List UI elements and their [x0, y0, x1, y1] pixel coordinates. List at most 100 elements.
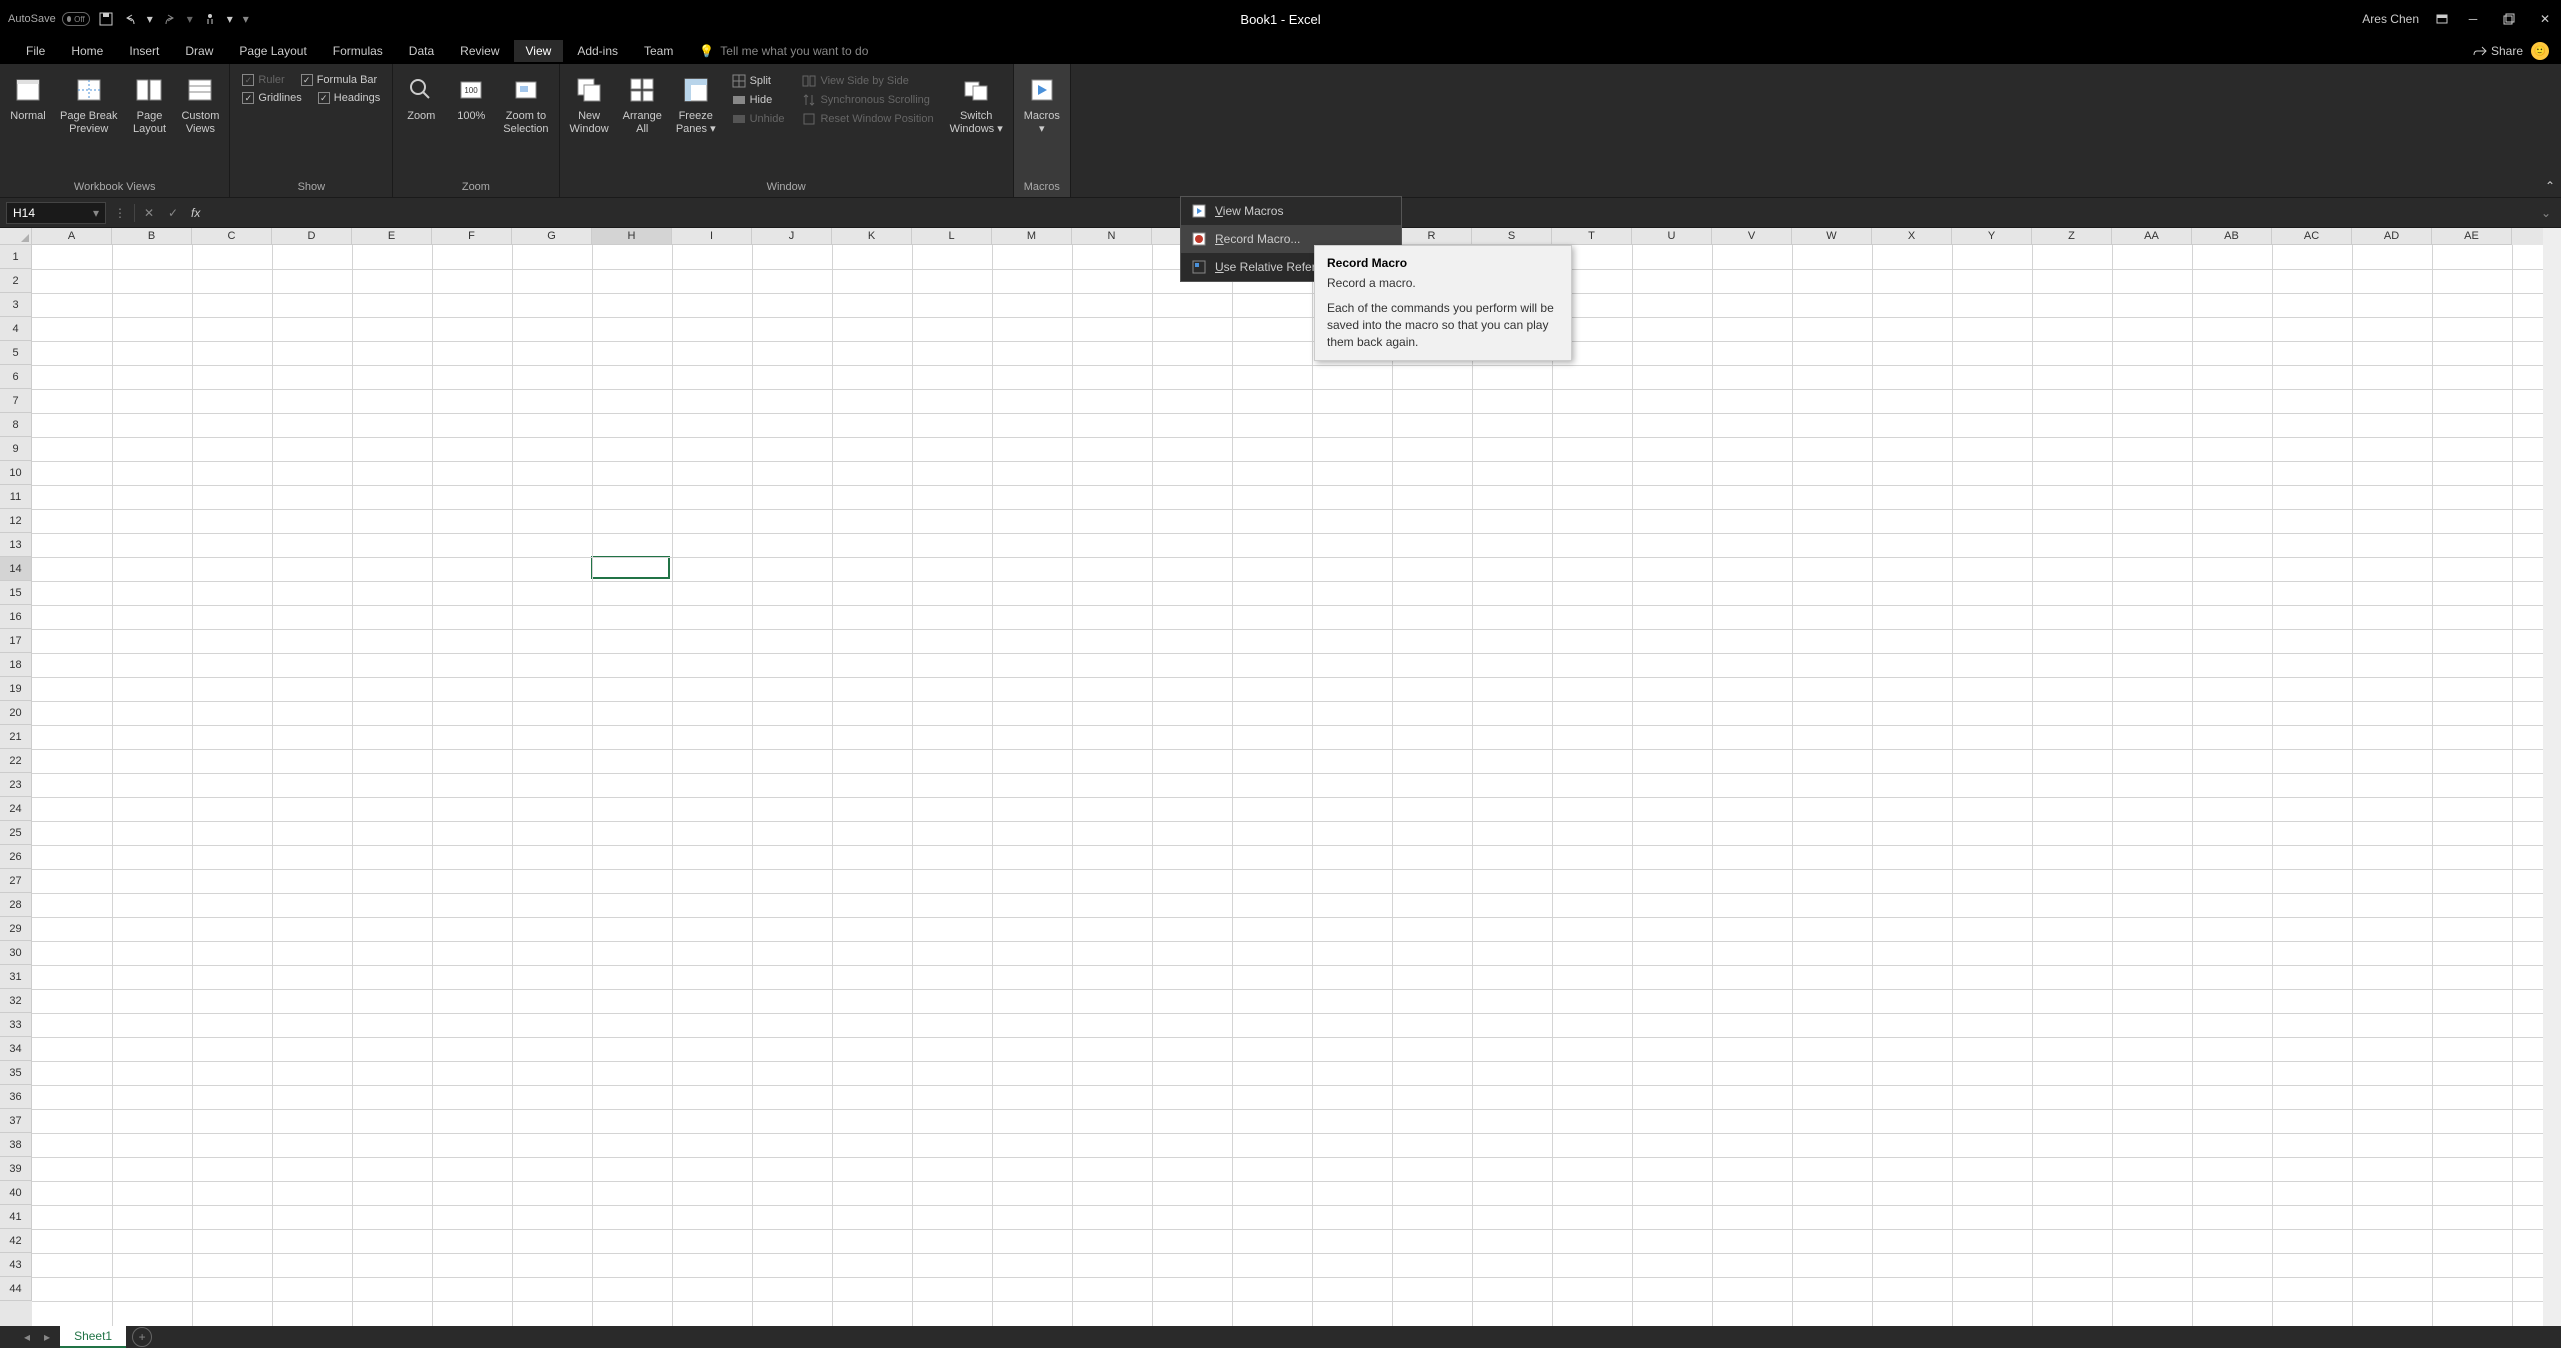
row-header[interactable]: 13 [0, 533, 32, 557]
toggle-switch[interactable]: Off [62, 12, 90, 26]
switch-windows-button[interactable]: Switch Windows ▾ [944, 70, 1009, 140]
column-header[interactable]: I [672, 228, 752, 245]
zoom-button[interactable]: Zoom [397, 70, 445, 127]
tab-home[interactable]: Home [59, 40, 115, 62]
tab-addins[interactable]: Add-ins [565, 40, 630, 62]
column-header[interactable]: U [1632, 228, 1712, 245]
row-header[interactable]: 23 [0, 773, 32, 797]
row-header[interactable]: 9 [0, 437, 32, 461]
touch-dropdown-icon[interactable]: ▾ [226, 11, 234, 27]
sheet-nav-prev-icon[interactable]: ◂ [20, 1330, 34, 1344]
column-header[interactable]: AD [2352, 228, 2432, 245]
row-header[interactable]: 16 [0, 605, 32, 629]
share-button[interactable]: Share [2473, 44, 2523, 58]
column-header[interactable]: Z [2032, 228, 2112, 245]
row-header[interactable]: 10 [0, 461, 32, 485]
row-header[interactable]: 6 [0, 365, 32, 389]
formula-bar-checkbox[interactable]: ✓Formula Bar [301, 74, 378, 86]
redo-dropdown-icon[interactable]: ▾ [186, 11, 194, 27]
row-header[interactable]: 20 [0, 701, 32, 725]
column-header[interactable]: E [352, 228, 432, 245]
column-header[interactable]: M [992, 228, 1072, 245]
tell-me-search[interactable]: 💡 Tell me what you want to do [699, 44, 868, 58]
row-header[interactable]: 18 [0, 653, 32, 677]
row-header[interactable]: 14 [0, 557, 32, 581]
macros-button[interactable]: Macros▾ [1018, 70, 1066, 140]
tab-insert[interactable]: Insert [117, 40, 171, 62]
freeze-panes-button[interactable]: Freeze Panes ▾ [670, 70, 722, 140]
row-header[interactable]: 7 [0, 389, 32, 413]
arrange-all-button[interactable]: Arrange All [617, 70, 668, 140]
row-header[interactable]: 19 [0, 677, 32, 701]
row-header[interactable]: 41 [0, 1205, 32, 1229]
column-header[interactable]: H [592, 228, 672, 245]
row-header[interactable]: 5 [0, 341, 32, 365]
column-header[interactable]: A [32, 228, 112, 245]
feedback-icon[interactable]: 🙂 [2531, 42, 2549, 60]
row-header[interactable]: 44 [0, 1277, 32, 1301]
row-header[interactable]: 40 [0, 1181, 32, 1205]
row-header[interactable]: 22 [0, 749, 32, 773]
column-header[interactable]: K [832, 228, 912, 245]
row-header[interactable]: 38 [0, 1133, 32, 1157]
row-header[interactable]: 24 [0, 797, 32, 821]
column-header[interactable]: AE [2432, 228, 2512, 245]
row-header[interactable]: 26 [0, 845, 32, 869]
row-header[interactable]: 30 [0, 941, 32, 965]
expand-formula-bar-icon[interactable]: ⌄ [2537, 206, 2555, 220]
row-header[interactable]: 25 [0, 821, 32, 845]
cells-area[interactable] [32, 245, 2543, 1326]
sheet-nav-next-icon[interactable]: ▸ [40, 1330, 54, 1344]
ribbon-display-icon[interactable] [2435, 12, 2449, 26]
active-cell-cursor[interactable] [591, 556, 670, 579]
column-header[interactable]: D [272, 228, 352, 245]
name-box-functions-icon[interactable]: ⋮ [110, 203, 130, 223]
column-header[interactable]: R [1392, 228, 1472, 245]
name-box-dropdown-icon[interactable]: ▾ [93, 206, 99, 220]
maximize-icon[interactable] [2501, 11, 2517, 27]
row-header[interactable]: 17 [0, 629, 32, 653]
row-header[interactable]: 21 [0, 725, 32, 749]
fx-label[interactable]: fx [191, 206, 200, 220]
column-header[interactable]: G [512, 228, 592, 245]
row-header[interactable]: 27 [0, 869, 32, 893]
row-header[interactable]: 37 [0, 1109, 32, 1133]
column-header[interactable]: T [1552, 228, 1632, 245]
tab-review[interactable]: Review [448, 40, 511, 62]
column-header[interactable]: B [112, 228, 192, 245]
headings-checkbox[interactable]: ✓Headings [318, 92, 380, 104]
hide-button[interactable]: Hide [728, 91, 789, 109]
view-macros-item[interactable]: View Macros [1181, 197, 1401, 225]
row-header[interactable]: 43 [0, 1253, 32, 1277]
column-header[interactable]: X [1872, 228, 1952, 245]
column-header[interactable]: AB [2192, 228, 2272, 245]
column-header[interactable]: F [432, 228, 512, 245]
tab-view[interactable]: View [514, 40, 564, 62]
row-header[interactable]: 2 [0, 269, 32, 293]
normal-view-button[interactable]: Normal [4, 70, 52, 127]
column-header[interactable]: V [1712, 228, 1792, 245]
column-header[interactable]: AC [2272, 228, 2352, 245]
undo-dropdown-icon[interactable]: ▾ [146, 11, 154, 27]
tab-draw[interactable]: Draw [173, 40, 225, 62]
collapse-ribbon-icon[interactable]: ⌃ [2545, 179, 2555, 193]
row-header[interactable]: 15 [0, 581, 32, 605]
row-header[interactable]: 29 [0, 917, 32, 941]
row-header[interactable]: 31 [0, 965, 32, 989]
enter-formula-icon[interactable]: ✓ [163, 203, 183, 223]
row-header[interactable]: 35 [0, 1061, 32, 1085]
row-header[interactable]: 12 [0, 509, 32, 533]
save-icon[interactable] [98, 11, 114, 27]
gridlines-checkbox[interactable]: ✓Gridlines [242, 92, 301, 104]
page-break-button[interactable]: Page Break Preview [54, 70, 123, 140]
row-header[interactable]: 42 [0, 1229, 32, 1253]
row-header[interactable]: 4 [0, 317, 32, 341]
zoom-100-button[interactable]: 100 100% [447, 70, 495, 127]
tab-page-layout[interactable]: Page Layout [227, 40, 318, 62]
row-header[interactable]: 3 [0, 293, 32, 317]
touch-mode-icon[interactable] [202, 11, 218, 27]
row-header[interactable]: 33 [0, 1013, 32, 1037]
column-header[interactable]: Y [1952, 228, 2032, 245]
name-box[interactable]: H14 ▾ [6, 202, 106, 224]
split-button[interactable]: Split [728, 72, 789, 90]
